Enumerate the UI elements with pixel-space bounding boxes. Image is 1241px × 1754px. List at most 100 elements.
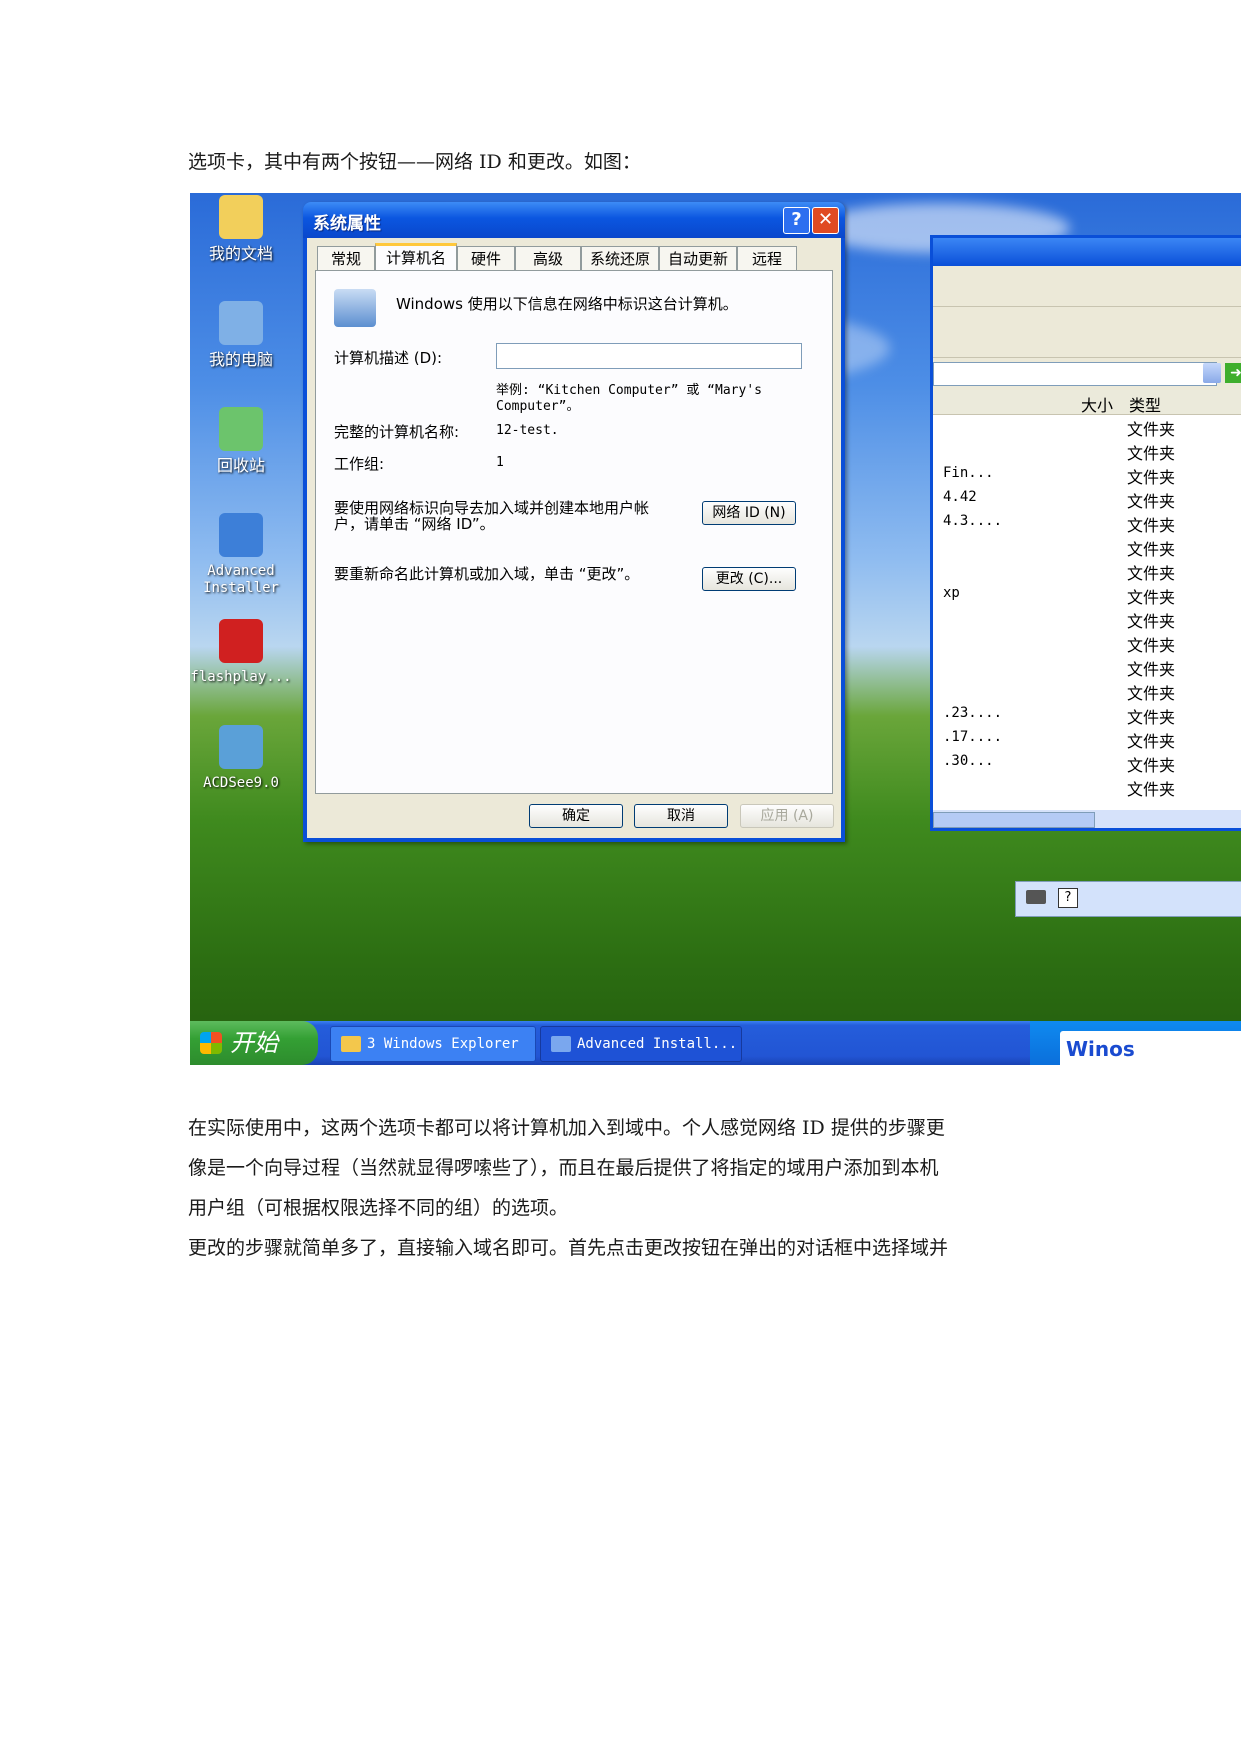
file-type: 文件夹 bbox=[1127, 420, 1176, 439]
acdsee-icon bbox=[219, 725, 263, 769]
column-type[interactable]: 类型 bbox=[1129, 392, 1161, 416]
file-row[interactable]: 文件夹 bbox=[933, 655, 1241, 679]
explorer-window[interactable]: ➜ 大小 类型 文件夹 文件夹 Fin... 文件夹 4.42 文件夹 4.3.... 文件夹… bbox=[930, 235, 1241, 831]
file-row[interactable]: 文件夹 bbox=[933, 679, 1241, 703]
tab-automatic-updates[interactable]: 自动更新 bbox=[659, 246, 737, 271]
network-computer-icon bbox=[334, 289, 376, 327]
explorer-toolbar[interactable] bbox=[933, 306, 1241, 357]
intro-text: 选项卡，其中有两个按钮——网络 ID 和更改。如图： bbox=[188, 151, 641, 173]
advanced-installer-icon bbox=[219, 513, 263, 557]
address-input[interactable] bbox=[933, 362, 1217, 386]
file-row[interactable]: 文件夹 bbox=[933, 559, 1241, 583]
desktop-icon-acdsee[interactable]: ACDSee9.0 bbox=[190, 725, 296, 792]
file-type: 文件夹 bbox=[1127, 468, 1176, 487]
file-type: 文件夹 bbox=[1127, 780, 1176, 799]
folder-icon bbox=[341, 1036, 361, 1052]
file-type: 文件夹 bbox=[1127, 564, 1176, 583]
file-name: .30... bbox=[943, 753, 994, 769]
file-type: 文件夹 bbox=[1127, 636, 1176, 655]
system-tray: Winos bbox=[1030, 1021, 1241, 1065]
help-icon[interactable]: ? bbox=[1058, 888, 1078, 908]
description-label: 计算机描述 (D): bbox=[334, 349, 443, 367]
network-id-button[interactable]: 网络 ID (N) bbox=[702, 501, 796, 525]
file-row[interactable]: .23.... 文件夹 bbox=[933, 703, 1241, 727]
tab-advanced[interactable]: 高级 bbox=[515, 246, 581, 271]
tab-remote[interactable]: 远程 bbox=[737, 246, 797, 271]
full-name-label: 完整的计算机名称: bbox=[334, 423, 460, 441]
file-type: 文件夹 bbox=[1127, 732, 1176, 751]
file-name: .23.... bbox=[943, 705, 1003, 721]
chevron-down-icon[interactable] bbox=[1203, 363, 1221, 383]
file-type: 文件夹 bbox=[1127, 444, 1176, 463]
screenshot: 我的文档 我的电脑 回收站 Advanced Installer flashpl… bbox=[190, 193, 1241, 1065]
file-type: 文件夹 bbox=[1127, 516, 1176, 535]
explorer-menubar[interactable] bbox=[933, 266, 1241, 306]
watermark-logo: Winos bbox=[1060, 1031, 1241, 1065]
workgroup-label: 工作组: bbox=[334, 455, 385, 473]
desktop-icon-flash-player[interactable]: flashplay... bbox=[190, 619, 296, 686]
file-row[interactable]: 文件夹 bbox=[933, 439, 1241, 463]
cancel-button[interactable]: 取消 bbox=[634, 804, 728, 828]
file-row[interactable]: 文件夹 bbox=[933, 415, 1241, 439]
ok-button[interactable]: 确定 bbox=[529, 804, 623, 828]
file-name: Fin... bbox=[943, 465, 994, 481]
help-button[interactable]: ? bbox=[783, 207, 810, 234]
tab-hardware[interactable]: 硬件 bbox=[457, 246, 515, 271]
go-arrow-icon[interactable]: ➜ bbox=[1225, 363, 1241, 383]
installer-icon bbox=[551, 1036, 571, 1052]
taskbar-item-windows-explorer[interactable]: 3 Windows Explorer bbox=[330, 1026, 536, 1062]
paragraph-2-line-1: 更改的步骤就简单多了，直接输入域名即可。首先点击更改按钮在弹出的对话框中选择域并 bbox=[188, 1237, 949, 1259]
scrollbar-thumb[interactable] bbox=[933, 812, 1095, 828]
explorer-address-bar[interactable]: ➜ bbox=[933, 357, 1241, 390]
file-row[interactable]: 4.3.... 文件夹 bbox=[933, 511, 1241, 535]
language-bar[interactable]: ? bbox=[1015, 881, 1241, 917]
file-row[interactable]: 文件夹 bbox=[933, 775, 1241, 799]
file-row[interactable]: .17.... 文件夹 bbox=[933, 727, 1241, 751]
desktop-icon-my-computer[interactable]: 我的电脑 bbox=[190, 301, 296, 368]
desktop-icon-recycle-bin[interactable]: 回收站 bbox=[190, 407, 296, 474]
my-documents-icon bbox=[219, 195, 263, 239]
file-row[interactable]: .30... 文件夹 bbox=[933, 751, 1241, 775]
desktop-icon-advanced-installer[interactable]: Advanced Installer bbox=[190, 513, 296, 597]
tab-general[interactable]: 常规 bbox=[317, 246, 375, 271]
paragraph-1-line-3: 用户组（可根据权限选择不同的组）的选项。 bbox=[188, 1197, 569, 1219]
change-button[interactable]: 更改 (C)... bbox=[702, 567, 796, 591]
file-type: 文件夹 bbox=[1127, 612, 1176, 631]
start-button[interactable]: 开始 bbox=[190, 1021, 318, 1065]
taskbar-item-advanced-installer[interactable]: Advanced Install... bbox=[540, 1026, 742, 1062]
file-name: .17.... bbox=[943, 729, 1003, 745]
file-row[interactable]: 4.42 文件夹 bbox=[933, 487, 1241, 511]
network-id-text-2: 户，请单击 “网络 ID”。 bbox=[334, 515, 495, 533]
column-size[interactable]: 大小 bbox=[1081, 392, 1113, 416]
file-row[interactable]: 文件夹 bbox=[933, 607, 1241, 631]
rename-text: 要重新命名此计算机或加入域，单击 “更改”。 bbox=[334, 565, 640, 583]
tab-system-restore[interactable]: 系统还原 bbox=[581, 246, 659, 271]
horizontal-scrollbar[interactable] bbox=[933, 810, 1241, 828]
file-type: 文件夹 bbox=[1127, 588, 1176, 607]
apply-button[interactable]: 应用 (A) bbox=[740, 804, 834, 828]
file-name: xp bbox=[943, 585, 960, 601]
file-type: 文件夹 bbox=[1127, 756, 1176, 775]
file-type: 文件夹 bbox=[1127, 492, 1176, 511]
info-text: Windows 使用以下信息在网络中标识这台计算机。 bbox=[396, 295, 738, 313]
desktop-icon-my-documents[interactable]: 我的文档 bbox=[190, 195, 296, 262]
explorer-column-header: 大小 类型 bbox=[933, 390, 1241, 415]
keyboard-icon[interactable] bbox=[1026, 890, 1046, 904]
file-row[interactable]: Fin... 文件夹 bbox=[933, 463, 1241, 487]
windows-logo-icon bbox=[200, 1032, 222, 1054]
file-name: 4.3.... bbox=[943, 513, 1003, 529]
close-button[interactable]: ✕ bbox=[812, 207, 839, 234]
computer-description-input[interactable] bbox=[496, 343, 802, 369]
dialog-body: 常规 计算机名 硬件 高级 系统还原 自动更新 远程 Windows 使用以下信… bbox=[307, 238, 841, 838]
explorer-titlebar[interactable] bbox=[933, 238, 1241, 266]
file-type: 文件夹 bbox=[1127, 660, 1176, 679]
file-row[interactable]: 文件夹 bbox=[933, 631, 1241, 655]
full-name-value: 12-test. bbox=[496, 423, 559, 438]
recycle-bin-icon bbox=[219, 407, 263, 451]
example-line-2: Computer”。 bbox=[496, 399, 580, 414]
dialog-titlebar[interactable]: 系统属性 ? ✕ bbox=[303, 202, 845, 238]
paragraph-1-line-2: 像是一个向导过程（当然就显得啰嗦些了），而且在最后提供了将指定的域用户添加到本机 bbox=[188, 1157, 939, 1179]
file-row[interactable]: 文件夹 bbox=[933, 535, 1241, 559]
file-row[interactable]: xp 文件夹 bbox=[933, 583, 1241, 607]
my-computer-icon bbox=[219, 301, 263, 345]
